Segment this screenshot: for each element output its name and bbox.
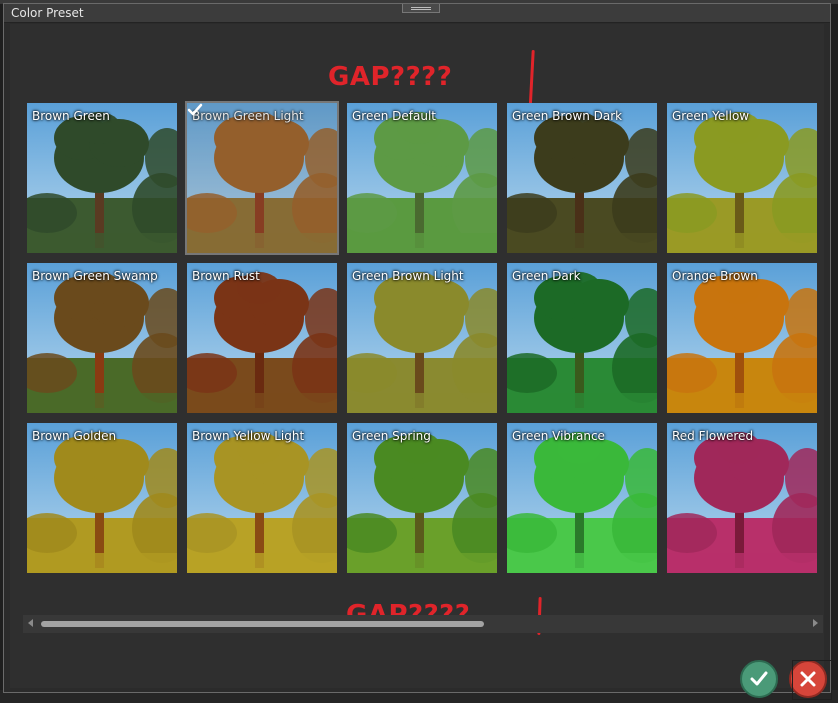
- preset-tile[interactable]: Brown Golden: [27, 423, 177, 573]
- scroll-left-icon[interactable]: [28, 619, 33, 627]
- confirm-button[interactable]: [740, 660, 778, 698]
- preset-tile[interactable]: Green Yellow: [667, 103, 817, 253]
- preset-thumbnail: [667, 103, 817, 253]
- check-icon: [750, 671, 768, 686]
- preset-label: Green Dark: [512, 269, 581, 283]
- preset-label: Green Brown Light: [352, 269, 464, 283]
- preset-thumbnail: [347, 423, 497, 573]
- cancel-button[interactable]: [789, 660, 827, 698]
- preset-label: Brown Green: [32, 109, 110, 123]
- preset-tile[interactable]: Green Brown Light: [347, 263, 497, 413]
- preset-label: Brown Yellow Light: [192, 429, 305, 443]
- preset-tile[interactable]: Green Vibrance: [507, 423, 657, 573]
- drag-grip-icon[interactable]: [402, 4, 440, 13]
- preset-thumbnail: [27, 423, 177, 573]
- preset-label: Green Default: [352, 109, 436, 123]
- preset-thumbnail: [667, 423, 817, 573]
- preset-label: Brown Golden: [32, 429, 117, 443]
- preset-tile[interactable]: Brown Green: [27, 103, 177, 253]
- scroll-right-icon[interactable]: [813, 619, 818, 627]
- preset-tile[interactable]: Brown Rust: [187, 263, 337, 413]
- preset-thumbnail: [187, 263, 337, 413]
- preset-label: Green Vibrance: [512, 429, 605, 443]
- scrollbar-thumb[interactable]: [41, 621, 484, 627]
- preset-label: Green Yellow: [672, 109, 750, 123]
- color-preset-dialog: Color Preset GAP???? Brown Green Brown Gr…: [3, 3, 832, 700]
- gap-annotation-top: GAP????: [328, 62, 453, 92]
- window-title: Color Preset: [11, 6, 84, 20]
- preset-tile[interactable]: Green Dark: [507, 263, 657, 413]
- preset-label: Green Spring: [352, 429, 431, 443]
- preset-panel: GAP???? Brown Green Brown Green Light Gree…: [10, 24, 832, 700]
- horizontal-scrollbar[interactable]: [23, 615, 823, 633]
- preset-tile[interactable]: Green Brown Dark: [507, 103, 657, 253]
- preset-thumbnail: [347, 103, 497, 253]
- preset-tile[interactable]: Green Default: [347, 103, 497, 253]
- preset-thumbnail: [27, 263, 177, 413]
- preset-thumbnail: [187, 423, 337, 573]
- preset-tile[interactable]: Green Spring: [347, 423, 497, 573]
- preset-thumbnail: [667, 263, 817, 413]
- preset-label: Brown Green Light: [192, 109, 304, 123]
- preset-thumbnail: [27, 103, 177, 253]
- preset-label: Orange Brown: [672, 269, 758, 283]
- preset-tile[interactable]: Brown Green Light: [185, 101, 339, 255]
- preset-thumbnail: [507, 423, 657, 573]
- preset-tile[interactable]: Brown Yellow Light: [187, 423, 337, 573]
- preset-thumbnail: [507, 263, 657, 413]
- preset-label: Brown Green Swamp: [32, 269, 158, 283]
- preset-thumbnail: [187, 103, 337, 253]
- preset-tile[interactable]: Brown Green Swamp: [27, 263, 177, 413]
- preset-thumbnail: [507, 103, 657, 253]
- preset-label: Red Flowered: [672, 429, 754, 443]
- preset-label: Green Brown Dark: [512, 109, 623, 123]
- close-icon: [800, 671, 816, 687]
- preset-label: Brown Rust: [192, 269, 260, 283]
- title-bar[interactable]: Color Preset: [4, 4, 830, 23]
- preset-tile[interactable]: Orange Brown: [667, 263, 817, 413]
- check-icon: [187, 103, 203, 116]
- preset-thumbnail: [347, 263, 497, 413]
- preset-tile[interactable]: Red Flowered: [667, 423, 817, 573]
